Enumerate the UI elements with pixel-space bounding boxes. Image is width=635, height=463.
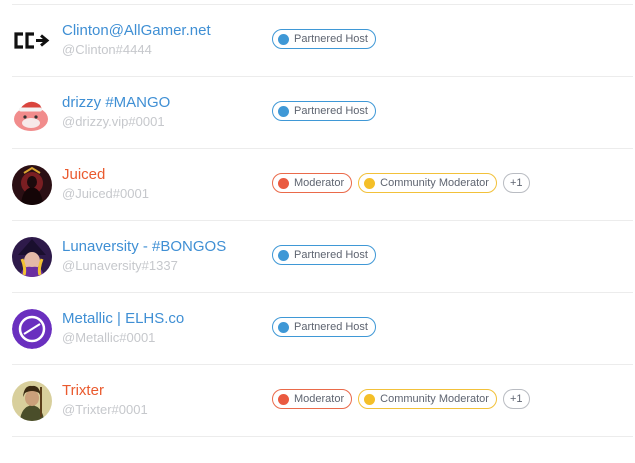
role-label: Moderator <box>294 177 345 189</box>
role-badge-partnered-host[interactable]: Partnered Host <box>272 317 376 337</box>
member-tag: @Trixter#0001 <box>62 402 148 417</box>
member-tag: @Metallic#0001 <box>62 330 156 345</box>
role-badge-partnered-host[interactable]: Partnered Host <box>272 101 376 121</box>
more-roles-button[interactable]: +1 <box>502 173 530 193</box>
role-label: Partnered Host <box>294 321 368 333</box>
role-badges: Partnered Host <box>272 317 376 337</box>
role-badge-partnered-host[interactable]: Partnered Host <box>272 29 376 49</box>
member-tag: @Lunaversity#1337 <box>62 258 178 273</box>
member-name[interactable]: Juiced <box>62 166 105 184</box>
role-dot-icon <box>278 249 289 261</box>
role-badges: Moderator Community Moderator +1 <box>272 173 530 193</box>
role-badge-community-moderator[interactable]: Community Moderator <box>358 173 497 193</box>
divider <box>12 436 633 437</box>
role-badge-partnered-host[interactable]: Partnered Host <box>272 245 376 265</box>
role-badges: Moderator Community Moderator +1 <box>272 389 530 409</box>
role-badges: Partnered Host <box>272 29 376 49</box>
role-badge-moderator[interactable]: Moderator <box>272 173 353 193</box>
role-dot-icon <box>364 393 376 405</box>
member-row-metallic[interactable]: Metallic | ELHS.co @Metallic#0001 Partne… <box>0 293 635 365</box>
role-badges: Partnered Host <box>272 245 376 265</box>
role-label: Partnered Host <box>294 33 368 45</box>
role-dot-icon <box>278 321 289 333</box>
role-dot-icon <box>278 33 289 45</box>
role-badge-community-moderator[interactable]: Community Moderator <box>358 389 497 409</box>
member-row-drizzy[interactable]: drizzy #MANGO @drizzy.vip#0001 Partnered… <box>0 77 635 149</box>
role-badge-moderator[interactable]: Moderator <box>272 389 353 409</box>
member-tag: @Clinton#4444 <box>62 42 152 57</box>
role-dot-icon <box>278 177 289 189</box>
member-name[interactable]: Lunaversity - #BONGOS <box>62 238 226 256</box>
role-dot-icon <box>278 393 289 405</box>
member-row-clinton[interactable]: Clinton@AllGamer.net @Clinton#4444 Partn… <box>0 5 635 77</box>
member-row-juiced[interactable]: Juiced @Juiced#0001 Moderator Community … <box>0 149 635 221</box>
pink-blob-santa-icon[interactable] <box>12 93 52 133</box>
role-label: Community Moderator <box>380 393 489 405</box>
member-row-lunaversity[interactable]: Lunaversity - #BONGOS @Lunaversity#1337 … <box>0 221 635 293</box>
member-name[interactable]: drizzy #MANGO <box>62 94 170 112</box>
role-label: Community Moderator <box>380 177 489 189</box>
member-row-trixter[interactable]: Trixter @Trixter#0001 Moderator Communit… <box>0 365 635 437</box>
member-tag: @Juiced#0001 <box>62 186 149 201</box>
member-name[interactable]: Metallic | ELHS.co <box>62 310 184 328</box>
purple-logo-avatar[interactable] <box>12 309 52 349</box>
role-dot-icon <box>364 177 376 189</box>
role-label: Moderator <box>294 393 345 405</box>
witch-character-avatar[interactable] <box>12 237 52 277</box>
role-dot-icon <box>278 105 289 117</box>
member-name[interactable]: Trixter <box>62 382 104 400</box>
warrior-character-avatar[interactable] <box>12 381 52 421</box>
role-badges: Partnered Host <box>272 101 376 121</box>
dark-character-avatar[interactable] <box>12 165 52 205</box>
member-tag: @drizzy.vip#0001 <box>62 114 165 129</box>
more-roles-button[interactable]: +1 <box>502 389 530 409</box>
cc-logo-icon[interactable] <box>12 21 52 61</box>
role-label: Partnered Host <box>294 249 368 261</box>
role-label: Partnered Host <box>294 105 368 117</box>
member-name[interactable]: Clinton@AllGamer.net <box>62 22 211 40</box>
